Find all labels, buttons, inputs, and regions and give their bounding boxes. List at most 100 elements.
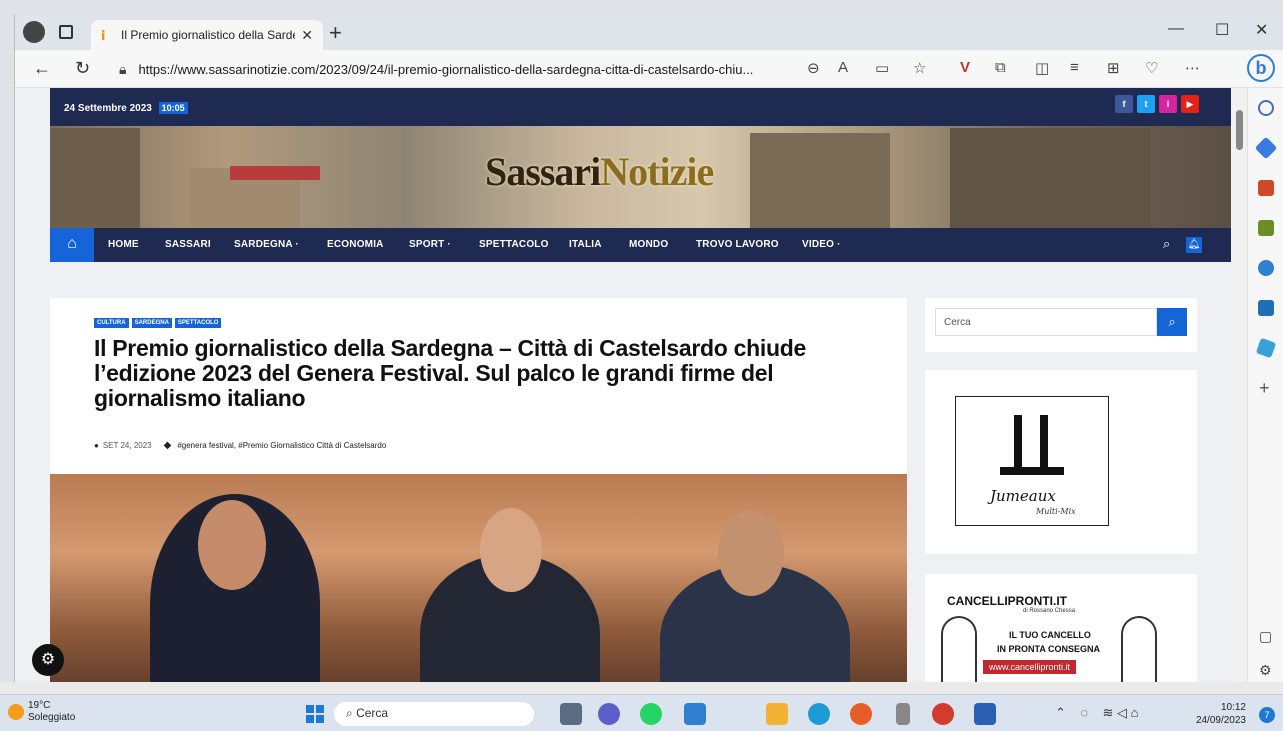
category-sardegna[interactable]: SARDEGNA [131, 318, 172, 328]
instagram-icon[interactable]: i [1159, 95, 1177, 113]
system-tray[interactable]: ⌃ ◌ ≋ ◁ ⌂ [1055, 705, 1138, 721]
twitter-icon[interactable]: t [1137, 95, 1155, 113]
file-explorer-icon[interactable] [766, 703, 788, 725]
building-shape [950, 128, 1150, 228]
site-logo[interactable]: SassariNotizie [485, 148, 714, 195]
background-word-status-bar [0, 682, 1283, 694]
ad-script-text: Jumeaux [990, 487, 1056, 505]
nav-sassari[interactable]: SASSARI [165, 239, 211, 250]
nav-video[interactable]: VIDEO · [802, 239, 841, 250]
scrollbar-thumb[interactable] [1236, 110, 1243, 150]
whatsapp-icon[interactable] [640, 703, 662, 725]
ad-jumeaux[interactable]: Jumeaux Multi-Mix [925, 370, 1197, 554]
home-icon[interactable]: ⌂ [50, 228, 94, 262]
nav-sport[interactable]: SPORT · [409, 239, 451, 250]
article-headline: Il Premio giornalistico della Sardegna –… [94, 335, 806, 411]
zoom-icon[interactable]: ⊖ [807, 59, 820, 77]
nav-sardegna[interactable]: SARDEGNA · [234, 239, 299, 250]
new-tab-button[interactable]: + [329, 20, 342, 46]
sidebar-search-input[interactable]: Cerca [935, 308, 1157, 336]
read-aloud-icon[interactable]: A [838, 59, 848, 76]
close-window-button[interactable]: ✕ [1255, 20, 1268, 40]
article-photo[interactable] [50, 474, 907, 682]
minimize-button[interactable]: — [1168, 20, 1184, 38]
usb-icon[interactable] [896, 703, 910, 725]
performance-icon[interactable]: ♡ [1145, 59, 1158, 77]
task-view-icon[interactable] [560, 703, 582, 725]
weather-widget[interactable]: 19°C Soleggiato [8, 700, 75, 724]
games-icon[interactable] [1258, 220, 1274, 236]
maximize-button[interactable]: ☐ [1215, 20, 1229, 40]
facebook-icon[interactable]: f [1115, 95, 1133, 113]
hide-sidebar-icon[interactable]: ▢ [1259, 628, 1272, 645]
favorite-star-icon[interactable]: ☆ [913, 59, 926, 77]
shopping-icon[interactable] [1254, 136, 1278, 160]
immersive-reader-icon[interactable]: ▭ [875, 59, 889, 77]
start-icon[interactable] [306, 705, 324, 723]
favorites-list-icon[interactable]: ≡ [1070, 59, 1079, 76]
page-scrollbar[interactable] [1231, 88, 1248, 682]
top-strip: 24 Settembre 2023 10:05 f t i ▶ [50, 88, 1231, 126]
office-icon[interactable] [1258, 260, 1274, 276]
search-sidebar-icon[interactable] [1258, 100, 1274, 116]
youtube-icon[interactable]: ▶ [1181, 95, 1199, 113]
header-banner[interactable]: SassariNotizie [50, 126, 1231, 228]
word-icon[interactable] [974, 703, 996, 725]
ad-frame: Jumeaux Multi-Mix [955, 396, 1109, 526]
taskbar-search-input[interactable]: ⌕ Cerca [334, 702, 534, 726]
nav-trovo-lavoro[interactable]: TROVO LAVORO [696, 239, 779, 250]
time-badge: 10:05 [158, 102, 188, 114]
collections-icon[interactable]: ⊞ [1107, 59, 1120, 77]
taskbar-clock[interactable]: 10:12 24/09/2023 [1188, 701, 1246, 727]
settings-gear-icon[interactable]: ⚙ [32, 644, 64, 676]
tab-title: Il Premio giornalistico della Sarde [121, 28, 296, 42]
close-tab-icon[interactable]: ✕ [301, 27, 313, 44]
title-bar: 𝗶 Il Premio giornalistico della Sarde ✕ … [15, 14, 1283, 50]
category-spettacolo[interactable]: SPETTACOLO [174, 318, 222, 328]
ad-script-subtext: Multi-Mix [1036, 507, 1076, 516]
article-tags[interactable]: #genera festival, #Premio Giornalistico … [177, 441, 386, 450]
extensions-icon[interactable]: ⧉ [995, 59, 1006, 76]
outlook-icon[interactable] [1258, 300, 1274, 316]
sidebar-search-icon[interactable]: ⌕ [1157, 308, 1187, 336]
edge-icon[interactable] [808, 703, 830, 725]
chrome-icon[interactable] [932, 703, 954, 725]
firefox-icon[interactable] [850, 703, 872, 725]
nav-spettacolo[interactable]: SPETTACOLO [479, 239, 549, 250]
nav-home[interactable]: HOME [108, 239, 139, 250]
send-icon[interactable] [1255, 337, 1277, 359]
more-menu-icon[interactable]: ⋯ [1185, 59, 1200, 77]
tab-actions-icon[interactable] [59, 25, 73, 39]
tools-icon[interactable] [1258, 180, 1274, 196]
ad-cancellipronti[interactable]: CANCELLIPRONTI.IT di Rossano Chessa IL T… [925, 574, 1197, 682]
add-sidebar-icon[interactable]: + [1259, 378, 1270, 399]
ad2-url: www.cancellipronti.it [983, 660, 1077, 674]
sidebar-settings-icon[interactable]: ⚙ [1259, 662, 1272, 679]
teams-icon[interactable] [598, 703, 620, 725]
taskbar-search-label: Cerca [356, 706, 389, 720]
weather-temp: 19°C [28, 700, 51, 711]
clock-date: 24/09/2023 [1195, 715, 1246, 726]
refresh-button[interactable]: ↻ [75, 58, 90, 79]
page-viewport: 24 Settembre 2023 10:05 f t i ▶ SassariN… [15, 88, 1231, 682]
back-button[interactable]: ← [33, 58, 51, 79]
category-tags: CULTURA SARDEGNA SPETTACOLO [94, 318, 222, 328]
notification-badge[interactable]: 7 [1259, 707, 1275, 723]
lock-icon[interactable]: 🔒︎ [119, 61, 126, 78]
ad2-line1: IL TUO CANCELLO [1009, 630, 1091, 640]
nav-italia[interactable]: ITALIA [569, 239, 602, 250]
url-field[interactable]: 🔒︎ https://www.sassarinotizie.com/2023/0… [111, 55, 811, 83]
profile-avatar-icon[interactable] [23, 21, 45, 43]
clock-time: 10:12 [1220, 702, 1246, 713]
extension-icon[interactable]: V [960, 59, 970, 76]
person-left-head [198, 500, 266, 590]
messaging-icon[interactable] [684, 703, 706, 725]
nav-economia[interactable]: ECONOMIA [327, 239, 384, 250]
category-cultura[interactable]: CULTURA [94, 318, 129, 328]
tab-active[interactable]: 𝗶 Il Premio giornalistico della Sarde ✕ [91, 20, 323, 50]
nav-mondo[interactable]: MONDO [629, 239, 668, 250]
search-icon[interactable]: ⌕ [1163, 236, 1170, 252]
split-screen-icon[interactable]: ◫ [1035, 59, 1049, 77]
bing-chat-button[interactable]: b [1247, 54, 1275, 82]
bell-icon[interactable]: 🔔︎ [1186, 237, 1202, 253]
